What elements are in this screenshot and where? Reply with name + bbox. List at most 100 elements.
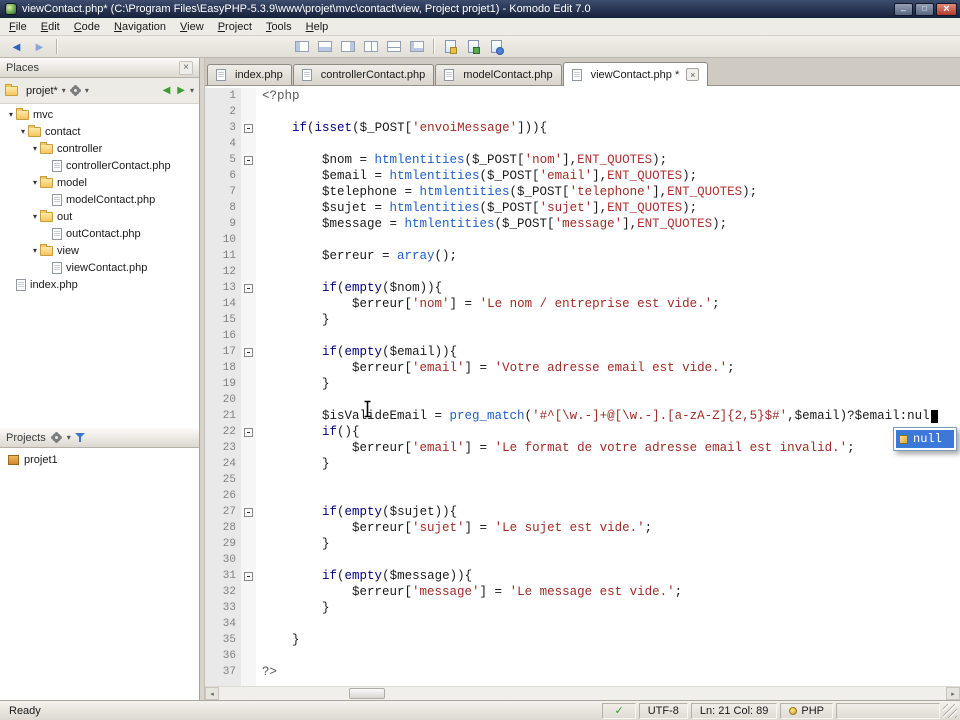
tab-viewcontact-php[interactable]: viewContact.php *: [562, 62, 709, 86]
autocomplete-item-null[interactable]: null: [896, 430, 954, 448]
code-text[interactable]: }: [256, 312, 330, 328]
places-forward-icon[interactable]: [175, 85, 187, 96]
split-vertical-button[interactable]: [360, 38, 381, 56]
code-text[interactable]: <?php: [256, 88, 300, 104]
fold-marker-icon[interactable]: [244, 507, 253, 517]
tree-item-modelcontact-php[interactable]: modelContact.php: [0, 191, 199, 208]
scroll-right-icon[interactable]: [946, 687, 960, 700]
twisty-expanded-icon[interactable]: [6, 110, 16, 119]
twisty-expanded-icon[interactable]: [30, 212, 40, 221]
horizontal-scrollbar[interactable]: [205, 686, 960, 700]
code-text[interactable]: if(empty($nom)){: [256, 280, 442, 296]
code-text[interactable]: $erreur['email'] = 'Votre adresse email …: [256, 360, 735, 376]
tree-item-controllercontact-php[interactable]: controllerContact.php: [0, 157, 199, 174]
minimize-button[interactable]: [894, 2, 913, 16]
code-text[interactable]: }: [256, 536, 330, 552]
code-text[interactable]: $erreur = array();: [256, 248, 457, 264]
code-text[interactable]: }: [256, 376, 330, 392]
twisty-expanded-icon[interactable]: [18, 127, 28, 136]
menu-project[interactable]: Project: [211, 19, 259, 35]
filter-icon[interactable]: [74, 432, 86, 443]
tree-item-out[interactable]: out: [0, 208, 199, 225]
tab-close-icon[interactable]: [686, 68, 700, 81]
preview-browser-button[interactable]: [486, 38, 507, 56]
code-text[interactable]: [256, 472, 262, 488]
syntax-check-segment[interactable]: [602, 702, 636, 719]
gear-icon[interactable]: [51, 433, 61, 442]
fold-marker-icon[interactable]: [244, 347, 253, 357]
code-text[interactable]: [256, 648, 262, 664]
code-text[interactable]: $erreur['email'] = 'Le format de votre a…: [256, 440, 855, 456]
code-text[interactable]: $nom = htmlentities($_POST['nom'],ENT_QU…: [256, 152, 667, 168]
code-text[interactable]: if(isset($_POST['envoiMessage'])){: [256, 120, 547, 136]
toggle-left-pane-button[interactable]: [291, 38, 312, 56]
code-text[interactable]: $erreur['message'] = 'Le message est vid…: [256, 584, 682, 600]
code-text[interactable]: [256, 616, 262, 632]
menu-edit[interactable]: Edit: [34, 19, 67, 35]
code-text[interactable]: [256, 392, 262, 408]
fold-marker-icon[interactable]: [244, 155, 253, 165]
twisty-expanded-icon[interactable]: [30, 144, 40, 153]
code-text[interactable]: [256, 328, 262, 344]
toggle-right-pane-button[interactable]: [337, 38, 358, 56]
fold-marker-icon[interactable]: [244, 123, 253, 133]
chevron-down-icon[interactable]: [85, 86, 89, 95]
gear-icon[interactable]: [70, 86, 80, 95]
code-text[interactable]: $erreur['nom'] = 'Le nom / entreprise es…: [256, 296, 720, 312]
code-text[interactable]: $message = htmlentities($_POST['message'…: [256, 216, 727, 232]
resize-grip-icon[interactable]: [943, 703, 957, 718]
code-text[interactable]: $erreur['sujet'] = 'Le sujet est vide.';: [256, 520, 652, 536]
code-text[interactable]: }: [256, 632, 300, 648]
fold-marker-icon[interactable]: [244, 283, 253, 293]
open-file-button[interactable]: [440, 38, 461, 56]
menu-navigation[interactable]: Navigation: [107, 19, 173, 35]
tree-item-model[interactable]: model: [0, 174, 199, 191]
split-horizontal-button[interactable]: [383, 38, 404, 56]
show-all-panes-button[interactable]: [406, 38, 427, 56]
code-text[interactable]: if(empty($sujet)){: [256, 504, 457, 520]
code-text[interactable]: if(empty($email)){: [256, 344, 457, 360]
code-text[interactable]: if(){: [256, 424, 360, 440]
code-text[interactable]: [256, 488, 262, 504]
code-text[interactable]: [256, 264, 262, 280]
tab-modelcontact-php[interactable]: modelContact.php: [435, 64, 562, 85]
close-button[interactable]: [936, 2, 957, 16]
fold-marker-icon[interactable]: [244, 427, 253, 437]
places-back-icon[interactable]: [161, 85, 173, 96]
chevron-down-icon[interactable]: [190, 86, 194, 95]
tab-controllercontact-php[interactable]: controllerContact.php: [292, 64, 435, 85]
save-file-button[interactable]: [463, 38, 484, 56]
code-text[interactable]: if(empty($message)){: [256, 568, 472, 584]
twisty-expanded-icon[interactable]: [30, 246, 40, 255]
code-text[interactable]: [256, 232, 262, 248]
encoding-indicator[interactable]: UTF-8: [638, 702, 688, 719]
tree-item-view[interactable]: view: [0, 242, 199, 259]
project-item-projet1[interactable]: projet1: [0, 451, 199, 468]
places-close-icon[interactable]: [179, 60, 193, 75]
forward-button[interactable]: [29, 38, 50, 56]
code-text[interactable]: }: [256, 456, 330, 472]
code-text[interactable]: [256, 104, 262, 120]
tree-item-controller[interactable]: controller: [0, 140, 199, 157]
tree-item-mvc[interactable]: mvc: [0, 106, 199, 123]
tree-item-viewcontact-php[interactable]: viewContact.php: [0, 259, 199, 276]
tree-item-outcontact-php[interactable]: outContact.php: [0, 225, 199, 242]
menu-view[interactable]: View: [173, 19, 211, 35]
code-text[interactable]: $telephone = htmlentities($_POST['teleph…: [256, 184, 757, 200]
scrollbar-track[interactable]: [219, 687, 946, 700]
tab-index-php[interactable]: index.php: [207, 64, 292, 85]
chevron-down-icon[interactable]: [67, 433, 71, 442]
code-text[interactable]: $email = htmlentities($_POST['email'],EN…: [256, 168, 697, 184]
maximize-button[interactable]: [915, 2, 934, 16]
twisty-expanded-icon[interactable]: [30, 178, 40, 187]
code-text[interactable]: [256, 136, 262, 152]
code-text[interactable]: $isValideEmail = preg_match('#^[\w.-]+@[…: [256, 408, 938, 424]
code-text[interactable]: }: [256, 600, 330, 616]
project-selector[interactable]: projet*: [25, 85, 59, 97]
language-indicator[interactable]: PHP: [780, 702, 833, 719]
menu-file[interactable]: File: [2, 19, 34, 35]
toggle-bottom-pane-button[interactable]: [314, 38, 335, 56]
chevron-down-icon[interactable]: [62, 86, 66, 95]
menu-code[interactable]: Code: [67, 19, 107, 35]
code-text[interactable]: [256, 552, 262, 568]
